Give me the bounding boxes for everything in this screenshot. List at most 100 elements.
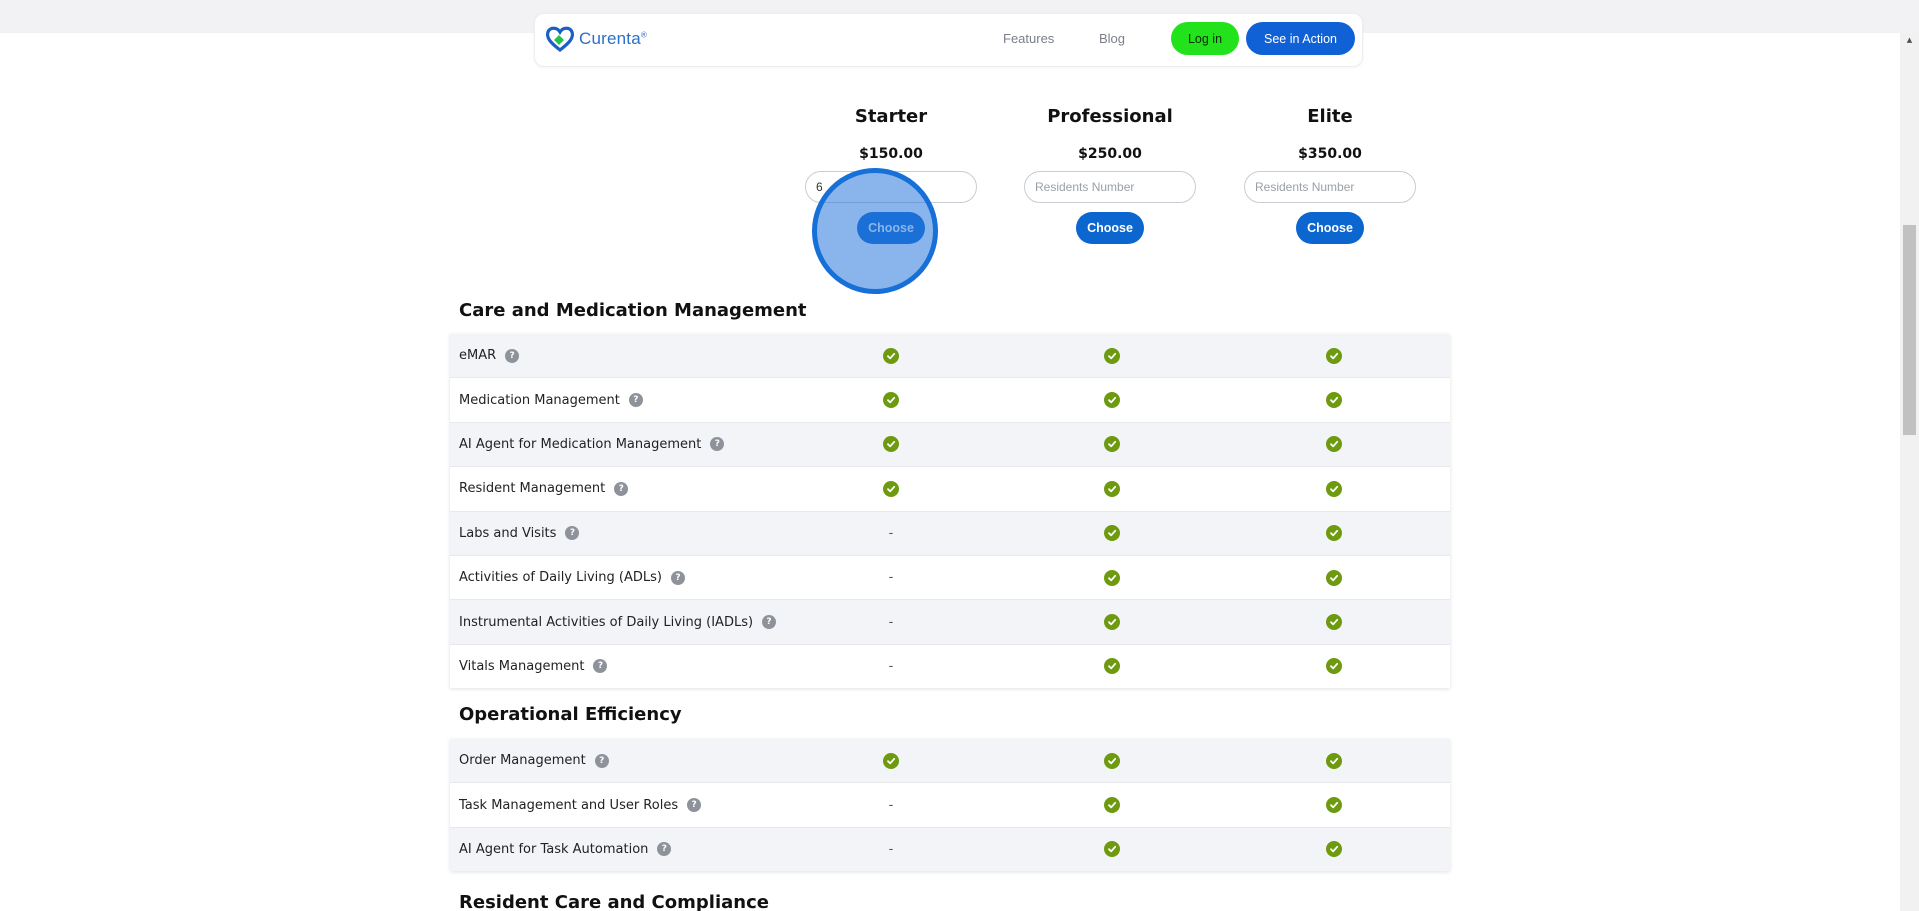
question-circle-icon[interactable]: ? bbox=[593, 659, 608, 674]
table-row: eMAR? bbox=[450, 334, 1450, 379]
question-circle-icon[interactable]: ? bbox=[762, 615, 777, 630]
check-circle-icon bbox=[1326, 436, 1342, 453]
feature-label-text: AI Agent for Task Automation bbox=[459, 841, 649, 857]
table-row: AI Agent for Task Automation? - bbox=[450, 827, 1450, 872]
plan-cell bbox=[1092, 512, 1132, 555]
question-circle-icon[interactable]: ? bbox=[505, 348, 520, 363]
residents-number-input-professional[interactable] bbox=[1024, 171, 1196, 203]
table-row: Resident Management? bbox=[450, 467, 1450, 512]
table-row: Order Management? bbox=[450, 739, 1450, 784]
plan-cell bbox=[871, 334, 911, 377]
not-included-dash: - bbox=[888, 570, 894, 586]
feature-label-text: Medication Management bbox=[459, 392, 620, 408]
plan-cell bbox=[1314, 783, 1354, 826]
section-title-care: Care and Medication Management bbox=[459, 300, 807, 321]
table-row: Instrumental Activities of Daily Living … bbox=[450, 600, 1450, 645]
check-circle-icon bbox=[1104, 525, 1120, 542]
question-circle-icon[interactable]: ? bbox=[594, 753, 609, 768]
not-included-dash: - bbox=[888, 658, 894, 674]
check-circle-icon bbox=[1326, 525, 1342, 542]
plan-cell: - bbox=[871, 556, 911, 599]
plan-cell bbox=[1092, 645, 1132, 688]
question-circle-icon[interactable]: ? bbox=[670, 570, 685, 585]
check-circle-icon bbox=[883, 436, 899, 453]
plan-cell: - bbox=[871, 512, 911, 555]
plan-name: Elite bbox=[1307, 106, 1353, 127]
not-included-dash: - bbox=[888, 797, 894, 813]
nav-features-link[interactable]: Features bbox=[1003, 31, 1054, 46]
residents-number-input-elite[interactable] bbox=[1244, 171, 1416, 203]
check-circle-icon bbox=[1326, 392, 1342, 409]
check-circle-icon bbox=[1104, 569, 1120, 586]
check-circle-icon bbox=[1104, 347, 1120, 364]
pricing-page: Curenta® Features Blog Log in See in Act… bbox=[0, 0, 1919, 911]
check-circle-icon bbox=[1104, 392, 1120, 409]
table-row: Activities of Daily Living (ADLs)? - bbox=[450, 555, 1450, 601]
question-circle-icon[interactable]: ? bbox=[628, 393, 643, 408]
feature-table-care: eMAR? Medication Management? AI Agent fo… bbox=[450, 334, 1450, 689]
choose-button-elite[interactable]: Choose bbox=[1296, 212, 1364, 244]
plan-cell bbox=[871, 423, 911, 466]
plan-price: $350.00 bbox=[1298, 146, 1362, 162]
question-circle-icon[interactable]: ? bbox=[657, 842, 672, 857]
plan-cell bbox=[1314, 512, 1354, 555]
plan-cell bbox=[871, 378, 911, 421]
table-row: AI Agent for Medication Management? bbox=[450, 422, 1450, 468]
plan-cell bbox=[1092, 556, 1132, 599]
check-circle-icon bbox=[1104, 480, 1120, 497]
feature-label: Medication Management? bbox=[459, 393, 643, 408]
see-in-action-button[interactable]: See in Action bbox=[1246, 22, 1355, 55]
scroll-up-arrow-icon[interactable]: ▲ bbox=[1900, 33, 1919, 47]
residents-number-input-starter[interactable] bbox=[805, 171, 977, 203]
feature-label: Vitals Management? bbox=[459, 659, 608, 674]
plan-starter: Starter $150.00 Choose bbox=[805, 105, 977, 244]
vertical-scrollbar[interactable]: ▲ bbox=[1900, 33, 1919, 911]
question-circle-icon[interactable]: ? bbox=[687, 798, 702, 813]
feature-label-text: AI Agent for Medication Management bbox=[459, 436, 702, 452]
check-circle-icon bbox=[1104, 752, 1120, 769]
check-circle-icon bbox=[1326, 480, 1342, 497]
plan-cell bbox=[1314, 378, 1354, 421]
check-circle-icon bbox=[1104, 614, 1120, 631]
scroll-thumb[interactable] bbox=[1903, 225, 1916, 435]
check-circle-icon bbox=[1104, 658, 1120, 675]
feature-label-text: Order Management bbox=[459, 753, 586, 769]
check-circle-icon bbox=[883, 480, 899, 497]
not-included-dash: - bbox=[888, 525, 894, 541]
feature-label-text: Instrumental Activities of Daily Living … bbox=[459, 614, 754, 630]
table-row: Medication Management? bbox=[450, 378, 1450, 423]
login-button[interactable]: Log in bbox=[1171, 22, 1239, 55]
plan-cell: - bbox=[871, 828, 911, 871]
check-circle-icon bbox=[1326, 569, 1342, 586]
plan-cell bbox=[1314, 645, 1354, 688]
plan-elite: Elite $350.00 Choose bbox=[1244, 105, 1416, 244]
plan-cell bbox=[871, 739, 911, 782]
feature-table-operational: Order Management? Task Management and Us… bbox=[450, 739, 1450, 872]
feature-label: Task Management and User Roles? bbox=[459, 798, 702, 813]
plan-cell bbox=[1092, 334, 1132, 377]
choose-button-professional[interactable]: Choose bbox=[1076, 212, 1144, 244]
check-circle-icon bbox=[1104, 797, 1120, 814]
table-row: Labs and Visits? - bbox=[450, 511, 1450, 556]
feature-label-text: eMAR bbox=[459, 348, 497, 364]
feature-label: Order Management? bbox=[459, 753, 609, 768]
feature-label-text: Resident Management bbox=[459, 481, 606, 497]
feature-label: eMAR? bbox=[459, 348, 520, 364]
check-circle-icon bbox=[883, 752, 899, 769]
question-circle-icon[interactable]: ? bbox=[614, 481, 629, 496]
plan-price: $250.00 bbox=[1078, 146, 1142, 162]
section-title-compliance: Resident Care and Compliance bbox=[459, 892, 769, 911]
question-circle-icon[interactable]: ? bbox=[710, 437, 725, 452]
check-circle-icon bbox=[1326, 347, 1342, 364]
feature-label-text: Activities of Daily Living (ADLs) bbox=[459, 570, 662, 586]
plan-cell bbox=[1092, 783, 1132, 826]
choose-button-starter[interactable]: Choose bbox=[857, 212, 925, 244]
feature-label: Activities of Daily Living (ADLs)? bbox=[459, 570, 685, 585]
brand-logo[interactable]: Curenta® bbox=[545, 26, 647, 52]
feature-label-text: Labs and Visits bbox=[459, 525, 557, 541]
feature-label: AI Agent for Medication Management? bbox=[459, 436, 725, 452]
question-circle-icon[interactable]: ? bbox=[565, 526, 580, 541]
plan-cell bbox=[1314, 556, 1354, 599]
navbar: Curenta® Features Blog Log in See in Act… bbox=[534, 13, 1363, 67]
nav-blog-link[interactable]: Blog bbox=[1099, 31, 1125, 46]
